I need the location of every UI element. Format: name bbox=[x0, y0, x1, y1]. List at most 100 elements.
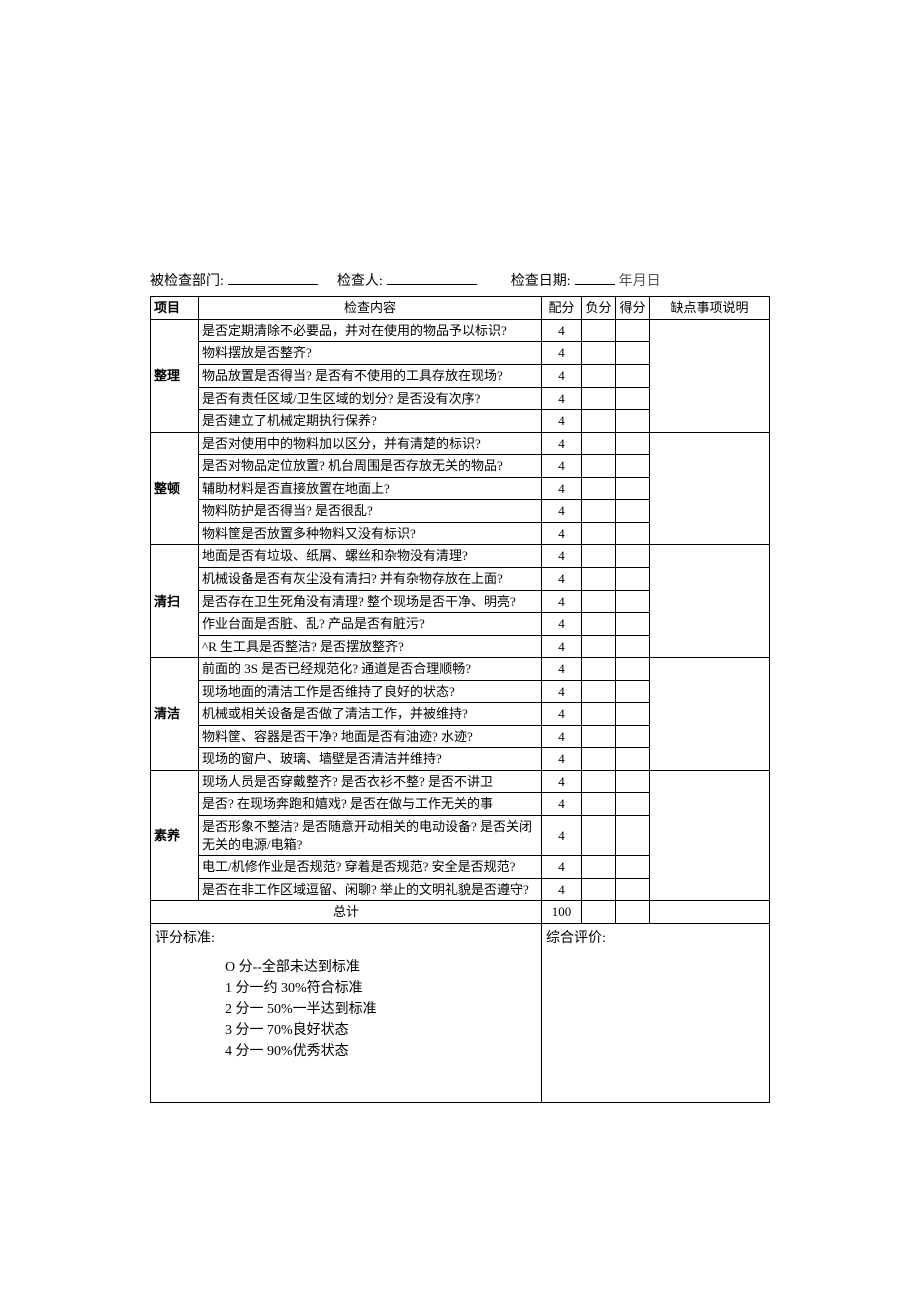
check-item: 作业台面是否脏、乱? 产品是否有脏污? bbox=[199, 613, 542, 636]
got-cell[interactable] bbox=[616, 815, 650, 855]
neg-cell[interactable] bbox=[582, 725, 616, 748]
neg-cell[interactable] bbox=[582, 545, 616, 568]
neg-cell[interactable] bbox=[582, 567, 616, 590]
note-cell[interactable] bbox=[650, 319, 770, 432]
col-note: 缺点事项说明 bbox=[650, 297, 770, 320]
score-cell: 4 bbox=[542, 613, 582, 636]
table-row: 整理是否定期清除不必要品，并对在使用的物品予以标识?4 bbox=[151, 319, 770, 342]
checklist-table: 项目 检查内容 配分 负分 得分 缺点事项说明 整理是否定期清除不必要品，并对在… bbox=[150, 296, 770, 1102]
category-cell: 清扫 bbox=[151, 545, 199, 658]
neg-cell[interactable] bbox=[582, 613, 616, 636]
total-got[interactable] bbox=[616, 901, 650, 924]
got-cell[interactable] bbox=[616, 856, 650, 879]
got-cell[interactable] bbox=[616, 522, 650, 545]
neg-cell[interactable] bbox=[582, 703, 616, 726]
check-item: 现场人员是否穿戴整齐? 是否衣衫不整? 是否不讲卫 bbox=[199, 770, 542, 793]
neg-cell[interactable] bbox=[582, 432, 616, 455]
neg-cell[interactable] bbox=[582, 658, 616, 681]
neg-cell[interactable] bbox=[582, 793, 616, 816]
check-item: 是否存在卫生死角没有清理? 整个现场是否干净、明亮? bbox=[199, 590, 542, 613]
got-cell[interactable] bbox=[616, 477, 650, 500]
score-cell: 4 bbox=[542, 725, 582, 748]
neg-cell[interactable] bbox=[582, 770, 616, 793]
neg-cell[interactable] bbox=[582, 815, 616, 855]
score-cell: 4 bbox=[542, 793, 582, 816]
standards-title: 评分标准: bbox=[155, 930, 537, 949]
check-item: ^R 生工具是否整洁? 是否摆放整齐? bbox=[199, 635, 542, 658]
neg-cell[interactable] bbox=[582, 342, 616, 365]
date-placeholder: 年月日 bbox=[619, 270, 661, 290]
score-cell: 4 bbox=[542, 590, 582, 613]
neg-cell[interactable] bbox=[582, 500, 616, 523]
score-cell: 4 bbox=[542, 365, 582, 388]
category-cell: 素养 bbox=[151, 770, 199, 900]
check-item: 物品放置是否得当? 是否有不使用的工具存放在现场? bbox=[199, 365, 542, 388]
score-cell: 4 bbox=[542, 477, 582, 500]
check-item: 电工/机修作业是否规范? 穿着是否规范? 安全是否规范? bbox=[199, 856, 542, 879]
got-cell[interactable] bbox=[616, 387, 650, 410]
date-blank[interactable] bbox=[575, 270, 615, 285]
check-item: 是否有责任区域/卫生区域的划分? 是否没有次序? bbox=[199, 387, 542, 410]
got-cell[interactable] bbox=[616, 635, 650, 658]
got-cell[interactable] bbox=[616, 455, 650, 478]
got-cell[interactable] bbox=[616, 680, 650, 703]
neg-cell[interactable] bbox=[582, 878, 616, 901]
got-cell[interactable] bbox=[616, 658, 650, 681]
check-item: 前面的 3S 是否已经规范化? 通道是否合理顺畅? bbox=[199, 658, 542, 681]
neg-cell[interactable] bbox=[582, 365, 616, 388]
table-row: 素养现场人员是否穿戴整齐? 是否衣衫不整? 是否不讲卫4 bbox=[151, 770, 770, 793]
got-cell[interactable] bbox=[616, 703, 650, 726]
total-neg[interactable] bbox=[582, 901, 616, 924]
neg-cell[interactable] bbox=[582, 590, 616, 613]
check-item: 是否形象不整洁? 是否随意开动相关的电动设备? 是否关闭无关的电源/电箱? bbox=[199, 815, 542, 855]
got-cell[interactable] bbox=[616, 545, 650, 568]
neg-cell[interactable] bbox=[582, 680, 616, 703]
note-cell[interactable] bbox=[650, 658, 770, 771]
got-cell[interactable] bbox=[616, 365, 650, 388]
score-cell: 4 bbox=[542, 856, 582, 879]
inspector-blank[interactable] bbox=[387, 270, 477, 285]
check-item: 是否对使用中的物料加以区分，并有清楚的标识? bbox=[199, 432, 542, 455]
got-cell[interactable] bbox=[616, 770, 650, 793]
neg-cell[interactable] bbox=[582, 522, 616, 545]
got-cell[interactable] bbox=[616, 748, 650, 771]
standards-line: 2 分一 50%一半达到标准 bbox=[225, 999, 537, 1020]
total-value: 100 bbox=[542, 901, 582, 924]
neg-cell[interactable] bbox=[582, 748, 616, 771]
score-cell: 4 bbox=[542, 432, 582, 455]
neg-cell[interactable] bbox=[582, 856, 616, 879]
header-row: 项目 检查内容 配分 负分 得分 缺点事项说明 bbox=[151, 297, 770, 320]
got-cell[interactable] bbox=[616, 613, 650, 636]
neg-cell[interactable] bbox=[582, 477, 616, 500]
check-item: 物料防护是否得当? 是否很乱? bbox=[199, 500, 542, 523]
neg-cell[interactable] bbox=[582, 319, 616, 342]
total-note[interactable] bbox=[650, 901, 770, 924]
got-cell[interactable] bbox=[616, 432, 650, 455]
col-score: 配分 bbox=[542, 297, 582, 320]
got-cell[interactable] bbox=[616, 725, 650, 748]
got-cell[interactable] bbox=[616, 342, 650, 365]
check-item: 是否? 在现场奔跑和嬉戏? 是否在做与工作无关的事 bbox=[199, 793, 542, 816]
note-cell[interactable] bbox=[650, 545, 770, 658]
note-cell[interactable] bbox=[650, 770, 770, 900]
score-cell: 4 bbox=[542, 410, 582, 433]
got-cell[interactable] bbox=[616, 793, 650, 816]
got-cell[interactable] bbox=[616, 410, 650, 433]
got-cell[interactable] bbox=[616, 567, 650, 590]
got-cell[interactable] bbox=[616, 500, 650, 523]
neg-cell[interactable] bbox=[582, 455, 616, 478]
neg-cell[interactable] bbox=[582, 387, 616, 410]
col-category: 项目 bbox=[151, 297, 199, 320]
note-cell[interactable] bbox=[650, 432, 770, 545]
neg-cell[interactable] bbox=[582, 635, 616, 658]
overall-evaluation[interactable]: 综合评价: bbox=[542, 923, 770, 1102]
got-cell[interactable] bbox=[616, 590, 650, 613]
got-cell[interactable] bbox=[616, 878, 650, 901]
dept-blank[interactable] bbox=[228, 270, 318, 285]
table-row: 清扫地面是否有垃圾、纸屑、螺丝和杂物没有清理?4 bbox=[151, 545, 770, 568]
check-item: 物料筐、容器是否干净? 地面是否有油迹? 水迹? bbox=[199, 725, 542, 748]
score-cell: 4 bbox=[542, 770, 582, 793]
got-cell[interactable] bbox=[616, 319, 650, 342]
neg-cell[interactable] bbox=[582, 410, 616, 433]
form-header: 被检查部门: 检查人: 检查日期: 年月日 bbox=[150, 270, 770, 290]
